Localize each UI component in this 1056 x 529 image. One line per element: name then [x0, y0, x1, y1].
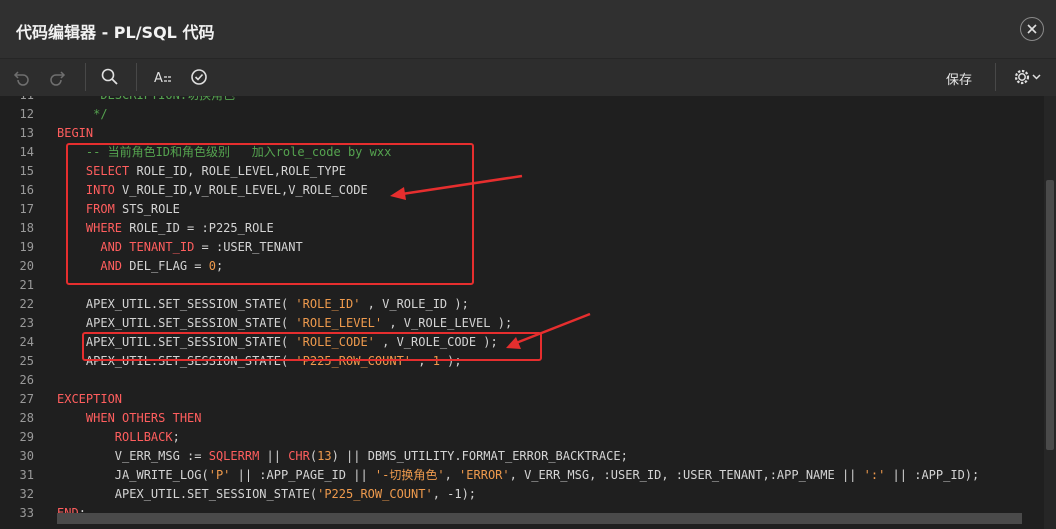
- annotation-arrow: [506, 312, 591, 349]
- annotation-arrows: [390, 174, 591, 349]
- annotation-arrow: [390, 174, 523, 200]
